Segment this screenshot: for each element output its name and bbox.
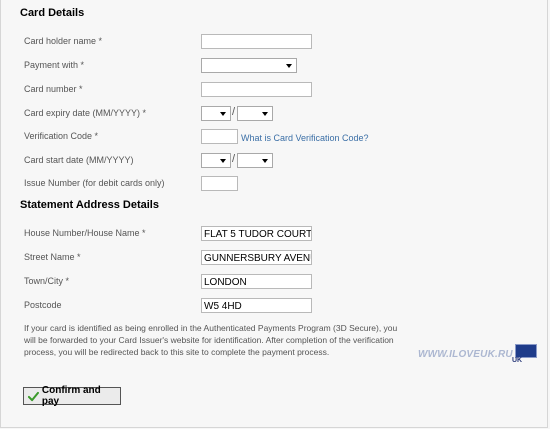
postcode-input[interactable]: W5 4HD <box>201 298 312 313</box>
card-number-input[interactable] <box>201 82 312 97</box>
card-start-date-label: Card start date (MM/YYYY) <box>24 155 134 165</box>
chevron-down-icon <box>220 112 226 116</box>
start-month-select[interactable] <box>201 153 231 168</box>
postcode-label: Postcode <box>24 300 62 310</box>
3d-secure-notice: If your card is identified as being enro… <box>24 323 398 357</box>
verification-code-label: Verification Code * <box>24 131 99 141</box>
card-expiry-label: Card expiry date (MM/YYYY) * <box>24 108 147 118</box>
card-holder-name-input[interactable] <box>201 34 312 49</box>
checkmark-icon <box>28 391 39 401</box>
watermark-text: WWW.ILOVEUK.RU <box>418 349 513 360</box>
issue-number-input[interactable] <box>201 176 238 191</box>
payment-with-label: Payment with * <box>24 60 85 70</box>
statement-address-heading: Statement Address Details <box>20 199 159 211</box>
card-holder-name-label: Card holder name * <box>24 36 103 46</box>
chevron-down-icon <box>220 159 226 163</box>
town-input[interactable]: LONDON <box>201 274 312 289</box>
start-year-select[interactable] <box>237 153 273 168</box>
issue-number-label: Issue Number (for debit cards only) <box>24 178 165 188</box>
payment-form: Card Details Card holder name * Payment … <box>0 0 548 428</box>
card-number-label: Card number * <box>24 84 83 94</box>
what-is-cvc-link[interactable]: What is Card Verification Code? <box>241 133 369 143</box>
payment-with-select[interactable] <box>201 58 297 73</box>
card-details-heading: Card Details <box>20 7 85 19</box>
street-label: Street Name * <box>24 252 81 262</box>
confirm-button-label: Confirm and pay <box>41 385 101 407</box>
town-label: Town/City * <box>24 276 70 286</box>
house-label: House Number/House Name * <box>24 228 146 238</box>
date-separator: / <box>232 106 236 118</box>
chevron-down-icon <box>262 159 268 163</box>
expiry-year-select[interactable] <box>237 106 273 121</box>
chevron-down-icon <box>262 112 268 116</box>
uk-flag-icon <box>515 344 537 358</box>
expiry-month-select[interactable] <box>201 106 231 121</box>
watermark-badge: UK <box>512 357 523 364</box>
date-separator: / <box>232 153 236 165</box>
house-input[interactable]: FLAT 5 TUDOR COURT <box>201 226 312 241</box>
verification-code-input[interactable] <box>201 129 238 144</box>
chevron-down-icon <box>286 64 292 68</box>
confirm-and-pay-button[interactable]: Confirm and pay <box>23 385 121 407</box>
street-input[interactable]: GUNNERSBURY AVENU <box>201 250 312 265</box>
